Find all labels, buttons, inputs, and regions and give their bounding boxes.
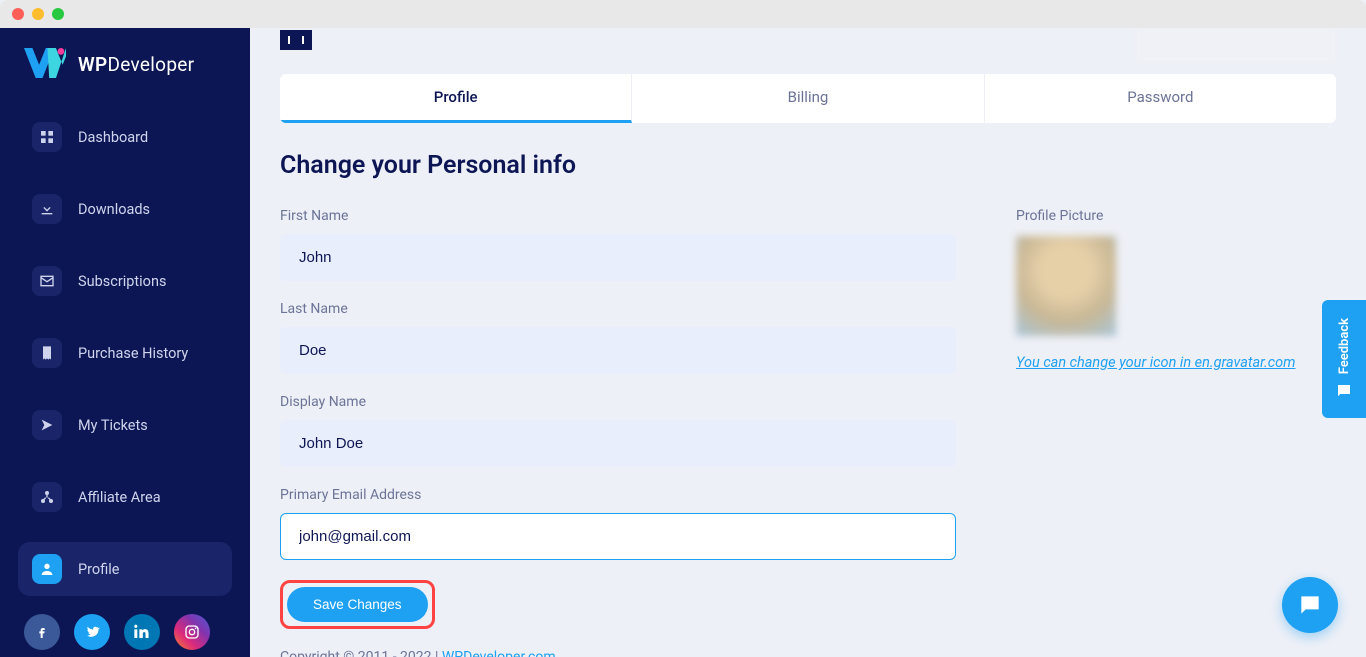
download-icon (32, 194, 62, 224)
email-label: Primary Email Address (280, 487, 956, 503)
email-input[interactable] (280, 513, 956, 560)
page-title: Change your Personal info (280, 151, 1336, 180)
twitter-link[interactable] (74, 614, 110, 650)
envelope-icon (32, 266, 62, 296)
tab-label: Profile (434, 88, 478, 106)
sidebar-item-label: My Tickets (78, 417, 148, 434)
facebook-link[interactable] (24, 614, 60, 650)
window-minimize-button[interactable] (32, 8, 44, 20)
social-links (0, 614, 250, 650)
window-close-button[interactable] (12, 8, 24, 20)
profile-picture-section: Profile Picture You can change your icon… (1016, 208, 1336, 629)
sidebar-item-label: Subscriptions (78, 273, 166, 290)
copyright-text: Copyright © 2011 - 2022 | (280, 649, 442, 657)
sidebar-item-label: Dashboard (78, 129, 148, 146)
main-content: Profile Billing Password Change your Per… (250, 28, 1366, 657)
tab-label: Password (1127, 88, 1193, 106)
display-name-label: Display Name (280, 394, 956, 410)
chat-icon (1335, 382, 1353, 400)
account-tabs: Profile Billing Password (280, 74, 1336, 123)
last-name-label: Last Name (280, 301, 956, 317)
footer-link[interactable]: WPDeveloper.com (442, 649, 556, 657)
sidebar: WPDeveloper Dashboard Downloads Subscrip… (0, 28, 250, 657)
save-changes-button[interactable]: Save Changes (287, 587, 428, 622)
menu-toggle-icon[interactable] (280, 30, 312, 50)
chat-widget-button[interactable] (1282, 577, 1338, 633)
dashboard-icon (32, 122, 62, 152)
sidebar-item-label: Downloads (78, 201, 150, 218)
top-bar (280, 28, 1336, 62)
user-icon (32, 554, 62, 584)
gravatar-link[interactable]: You can change your icon in en.gravatar.… (1016, 354, 1295, 371)
sidebar-item-affiliate-area[interactable]: Affiliate Area (18, 470, 232, 524)
sidebar-item-my-tickets[interactable]: My Tickets (18, 398, 232, 452)
profile-form: First Name Last Name Display Name Primar… (280, 208, 956, 629)
instagram-link[interactable] (174, 614, 210, 650)
tab-profile[interactable]: Profile (280, 74, 632, 123)
profile-picture-label: Profile Picture (1016, 208, 1336, 224)
logo-icon (24, 48, 66, 80)
user-avatar-small[interactable] (1136, 28, 1336, 62)
sidebar-item-purchase-history[interactable]: Purchase History (18, 326, 232, 380)
sidebar-item-label: Purchase History (78, 345, 188, 362)
last-name-input[interactable] (280, 327, 956, 374)
feedback-tab[interactable]: Feedback (1322, 300, 1366, 418)
first-name-label: First Name (280, 208, 956, 224)
window-maximize-button[interactable] (52, 8, 64, 20)
tab-label: Billing (788, 88, 829, 106)
sidebar-item-downloads[interactable]: Downloads (18, 182, 232, 236)
display-name-input[interactable] (280, 420, 956, 467)
sidebar-item-profile[interactable]: Profile (18, 542, 232, 596)
window-chrome (0, 0, 1366, 28)
save-button-highlight: Save Changes (280, 580, 435, 629)
receipt-icon (32, 338, 62, 368)
linkedin-link[interactable] (124, 614, 160, 650)
brand-name: WPDeveloper (78, 53, 194, 76)
sidebar-item-subscriptions[interactable]: Subscriptions (18, 254, 232, 308)
tab-billing[interactable]: Billing (632, 74, 984, 123)
feedback-label: Feedback (1337, 318, 1352, 374)
ticket-icon (32, 410, 62, 440)
footer: Copyright © 2011 - 2022 | WPDeveloper.co… (280, 649, 1336, 657)
sidebar-item-label: Affiliate Area (78, 489, 161, 506)
sidebar-item-label: Profile (78, 561, 119, 578)
speech-bubble-icon (1297, 592, 1323, 618)
sidebar-item-dashboard[interactable]: Dashboard (18, 110, 232, 164)
brand-logo[interactable]: WPDeveloper (0, 48, 250, 110)
nav: Dashboard Downloads Subscriptions Purcha… (0, 110, 250, 614)
first-name-input[interactable] (280, 234, 956, 281)
profile-picture-image (1016, 236, 1116, 336)
tab-password[interactable]: Password (985, 74, 1336, 123)
network-icon (32, 482, 62, 512)
